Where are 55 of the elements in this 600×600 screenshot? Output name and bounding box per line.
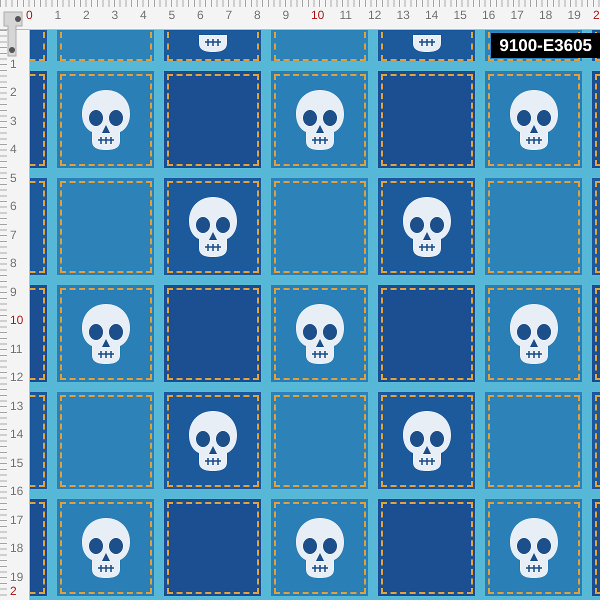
ruler-number: 16 [482,9,496,21]
ruler-number: 13 [10,400,24,412]
ruler-number: 9 [282,9,290,21]
skull-icon [188,196,238,258]
ruler-number: 6 [10,200,17,212]
ruler-number: 0 [26,9,33,21]
ruler-number: 2 [10,86,17,98]
ruler-number: 14 [10,428,24,440]
skull-icon [402,196,452,258]
skull-icon [80,88,130,150]
ruler-number: 5 [10,172,17,184]
skull-icon [188,410,238,472]
skull-icon [80,302,130,364]
ruler-number: 9 [10,286,17,298]
skull-icon [508,516,558,578]
ruler-number: 14 [425,9,438,21]
ruler-number: 2 [83,9,90,21]
ruler-number: 6 [197,9,204,21]
ruler-number: 11 [10,342,22,354]
ruler-number: 8 [254,9,261,21]
ruler-number: 18 [10,542,24,554]
ruler-number: 17 [10,514,24,526]
skull-icon [294,88,344,150]
ruler-number: 7 [226,9,232,21]
skull-icon [508,88,558,150]
ruler-number: 1 [54,9,62,21]
ruler-number: 3 [112,9,118,21]
ruler-number: 2 [593,9,600,21]
ruler-number: 10 [311,9,324,21]
ruler-number: 19 [10,570,24,582]
ruler-number: 4 [140,9,147,21]
ruler-number: 12 [368,9,382,21]
ruler-number: 2 [10,585,17,597]
ruler-number: 3 [10,114,17,126]
skull-icon [402,410,452,472]
ruler-number: 5 [168,9,176,21]
skull-icon [294,302,344,364]
ruler-number: 11 [340,9,352,21]
ruler-number: 16 [10,485,24,497]
product-code: 9100-E3605 [491,33,600,58]
ruler-number: 12 [10,371,24,383]
ruler-number: 1 [10,58,17,70]
skull-icon [294,516,344,578]
ruler-number: 7 [10,228,17,240]
ruler-number: 17 [510,9,524,21]
ruler-number: 18 [539,9,552,21]
ruler-number: 10 [10,314,24,326]
ruler-number: 8 [10,257,17,269]
ruler-number: 13 [396,9,410,21]
ruler-number: 15 [10,456,24,468]
ruler-number: 19 [568,9,581,21]
ruler-number: 15 [454,9,467,21]
ruler-number: 4 [10,143,17,155]
skull-icon [508,302,558,364]
skull-icon [80,516,130,578]
